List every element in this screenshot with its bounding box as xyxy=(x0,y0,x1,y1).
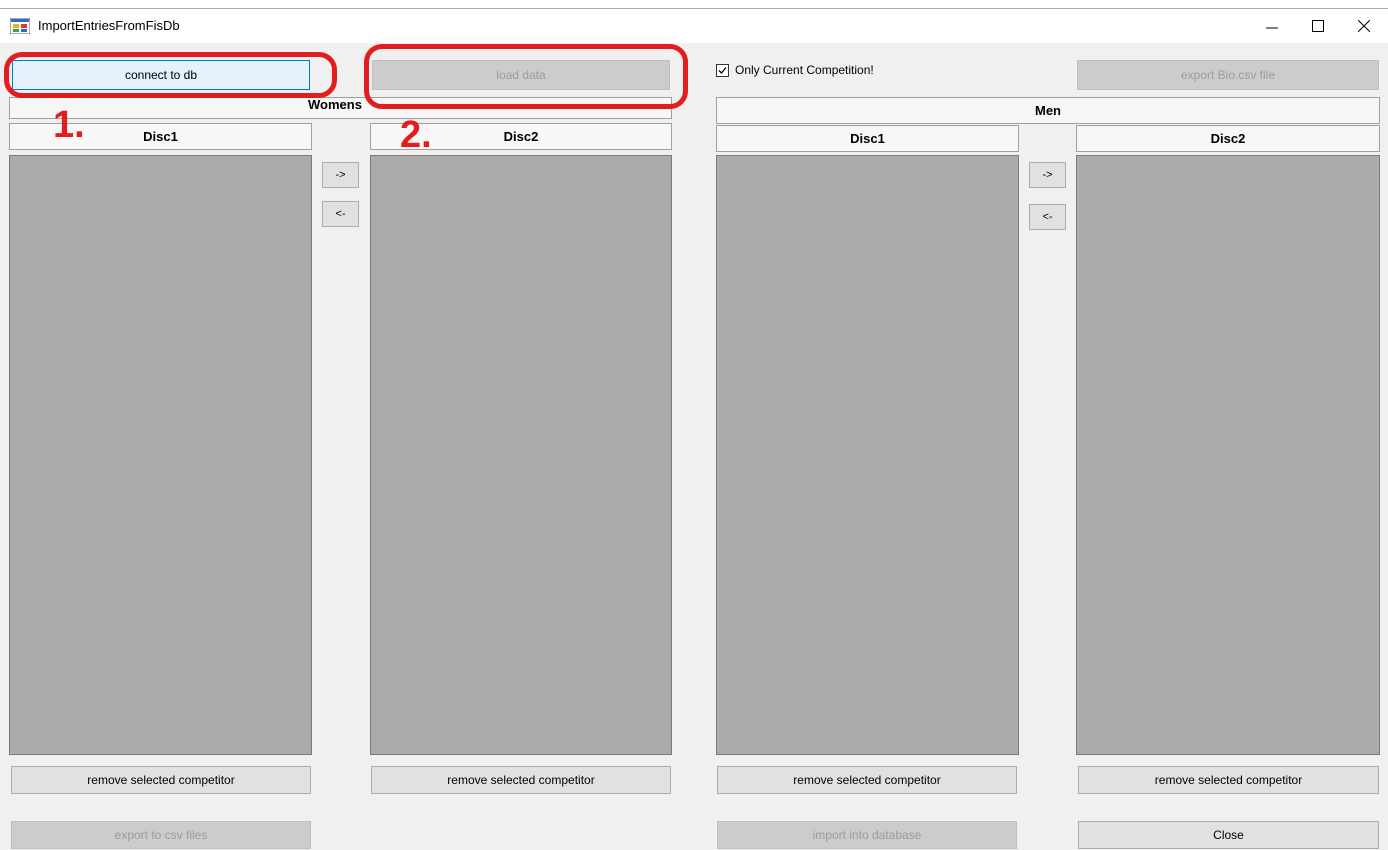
close-icon xyxy=(1358,20,1370,32)
load-data-button[interactable]: load data xyxy=(372,60,670,90)
men-disc2-list[interactable] xyxy=(1076,155,1380,755)
only-current-competition-label: Only Current Competition! xyxy=(735,63,874,77)
export-bio-csv-button[interactable]: export Bio.csv file xyxy=(1077,60,1379,90)
window-title: ImportEntriesFromFisDb xyxy=(38,18,180,33)
checkmark-icon xyxy=(718,66,727,74)
annotation-step1: 1. xyxy=(53,104,85,146)
app-icon xyxy=(10,18,30,34)
connect-to-db-button[interactable]: connect to db xyxy=(12,60,310,90)
only-current-competition-checkbox[interactable]: Only Current Competition! xyxy=(716,62,874,78)
minimize-button[interactable] xyxy=(1249,9,1295,43)
close-window-button[interactable] xyxy=(1341,9,1387,43)
womens-move-right-button[interactable]: -> xyxy=(322,162,359,188)
maximize-button[interactable] xyxy=(1295,9,1341,43)
men-disc1-header: Disc1 xyxy=(716,125,1019,152)
womens-disc2-list[interactable] xyxy=(370,155,672,755)
womens-disc2-remove-button[interactable]: remove selected competitor xyxy=(371,766,671,794)
womens-header: Womens xyxy=(9,97,672,119)
men-disc1-remove-button[interactable]: remove selected competitor xyxy=(717,766,1017,794)
men-move-left-button[interactable]: <- xyxy=(1029,204,1066,230)
close-button[interactable]: Close xyxy=(1078,821,1379,849)
womens-title: Womens xyxy=(308,97,362,112)
annotation-step2: 2. xyxy=(400,114,432,156)
men-disc2-header: Disc2 xyxy=(1076,125,1380,152)
womens-disc1-remove-button[interactable]: remove selected competitor xyxy=(11,766,311,794)
men-move-right-button[interactable]: -> xyxy=(1029,162,1066,188)
app-window: ImportEntriesFromFisDb connect to db loa… xyxy=(0,8,1388,850)
minimize-icon xyxy=(1266,27,1278,29)
import-into-database-button[interactable]: import into database xyxy=(717,821,1017,849)
checkbox-box[interactable] xyxy=(716,63,729,77)
men-disc1-list[interactable] xyxy=(716,155,1019,755)
title-bar: ImportEntriesFromFisDb xyxy=(0,9,1388,43)
maximize-icon xyxy=(1312,20,1324,32)
womens-disc1-list[interactable] xyxy=(9,155,312,755)
womens-move-left-button[interactable]: <- xyxy=(322,201,359,227)
men-disc2-remove-button[interactable]: remove selected competitor xyxy=(1078,766,1379,794)
men-header: Men xyxy=(716,97,1380,124)
export-to-csv-button[interactable]: export to csv files xyxy=(11,821,311,849)
